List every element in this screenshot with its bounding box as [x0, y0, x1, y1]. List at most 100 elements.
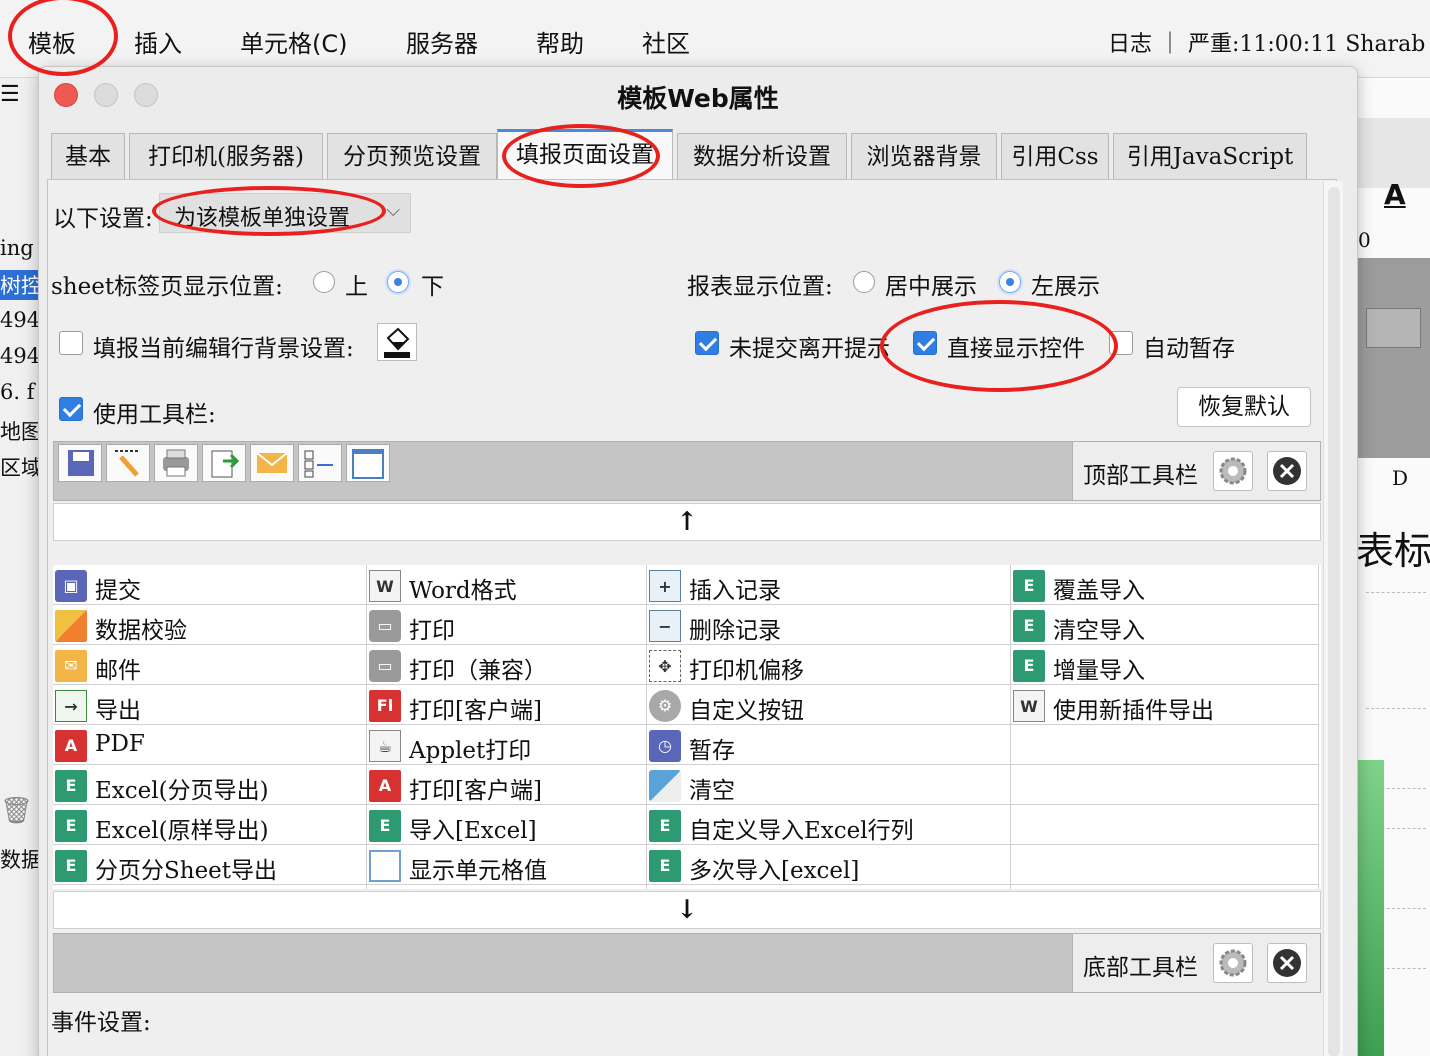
report-center-radio[interactable]: [853, 271, 875, 293]
excel-icon-glyph: E: [659, 816, 671, 835]
tab-printer-server[interactable]: 打印机(服务器): [129, 133, 323, 179]
report-left-label: 左展示: [1031, 274, 1100, 300]
scroll-thumb[interactable]: [1328, 187, 1340, 1056]
bg-report-title: 表标题: [1356, 529, 1430, 573]
toolbar-button-item[interactable]: 清空: [647, 765, 1010, 805]
empty-cell: [1011, 765, 1318, 805]
menu-community[interactable]: 社区: [642, 24, 690, 59]
scope-label: 以下设置:: [53, 206, 153, 232]
toolbar-button-label: 清空导入: [1053, 618, 1145, 644]
flash-print-icon-glyph: Fl: [376, 696, 394, 715]
toolbar-button-item[interactable]: E 导入[Excel]: [367, 805, 646, 845]
toolbar-button-label: 导入[Excel]: [409, 818, 537, 844]
toolbar-button-item[interactable]: ◷ 暂存: [647, 725, 1010, 765]
auto-save-checkbox[interactable]: [1109, 331, 1133, 355]
applet-icon: ☕: [369, 730, 401, 762]
toolbar-button-item[interactable]: E 分页分Sheet导出: [53, 845, 366, 885]
cell-value-icon[interactable]: [346, 444, 390, 482]
toolbar-button-item[interactable]: ✉ 邮件: [53, 645, 366, 685]
toolbar-button-item[interactable]: E Excel(分页导出): [53, 765, 366, 805]
toolbar-button-item[interactable]: ⚙ 自定义按钮: [647, 685, 1010, 725]
tab-data-analysis[interactable]: 数据分析设置: [677, 133, 847, 179]
toolbar-button-item[interactable]: W Word格式: [367, 565, 646, 605]
sheet-position-down-radio[interactable]: [387, 271, 409, 293]
log-status[interactable]: 日志 ｜ 严重:11:00:11 Sharab: [1108, 26, 1425, 58]
sheet-position-down-label: 下: [421, 274, 444, 300]
row-bg-setting-checkbox[interactable]: [59, 331, 83, 355]
validate-icon[interactable]: [106, 444, 150, 482]
use-toolbar-checkbox[interactable]: [59, 397, 83, 421]
toolbar-button-label: 打印: [409, 618, 455, 644]
toolbar-button-item[interactable]: W 使用新插件导出: [1011, 685, 1318, 725]
auto-save-label: 自动暂存: [1143, 336, 1235, 362]
bottom-toolbar: 底部工具栏: [53, 933, 1321, 993]
toolbar-button-item[interactable]: → 导出: [53, 685, 366, 725]
dialog-title: 模板Web属性: [617, 84, 779, 113]
toolbar-button-item[interactable]: E 增量导入: [1011, 645, 1318, 685]
toolbar-button-item[interactable]: ☕ Applet打印: [367, 725, 646, 765]
scope-select[interactable]: 为该模板单独设置 ⌵: [159, 193, 411, 233]
excel-icon: E: [1013, 650, 1045, 682]
toolbar-button-item[interactable]: 数据校验: [53, 605, 366, 645]
menu-template[interactable]: 模板: [28, 24, 76, 59]
tab-basic[interactable]: 基本: [51, 133, 125, 179]
direct-show-checkbox[interactable]: [913, 331, 937, 355]
toolbar-button-item[interactable]: ▭ 打印（兼容）: [367, 645, 646, 685]
toolbar-button-label: 提交: [95, 578, 141, 604]
bottom-toolbar-settings-button[interactable]: [1213, 943, 1253, 983]
restore-default-button[interactable]: 恢复默认: [1177, 387, 1311, 427]
toolbar-button-label: PDF: [95, 731, 145, 757]
toolbar-button-item[interactable]: E 覆盖导入: [1011, 565, 1318, 605]
toolbar-button-label: 自定义按钮: [689, 698, 804, 724]
menu-help[interactable]: 帮助: [536, 24, 584, 59]
sheet-position-up-radio[interactable]: [313, 271, 335, 293]
toolbar-button-item[interactable]: Fl 打印[客户端]: [367, 685, 646, 725]
leave-prompt-label: 未提交离开提示: [729, 336, 890, 362]
leave-prompt-checkbox[interactable]: [695, 331, 719, 355]
insert-record-icon[interactable]: [298, 444, 342, 482]
save-icon-glyph: ▣: [63, 576, 79, 595]
background-right-panel: A 0 D 表标题: [1356, 78, 1430, 1056]
tab-css[interactable]: 引用Css: [1001, 133, 1109, 179]
toolbar-button-item[interactable]: + 插入记录: [647, 565, 1010, 605]
paint-bucket-button[interactable]: [377, 323, 417, 361]
toolbar-button-item[interactable]: 显示单元格值: [367, 845, 646, 885]
toolbar-button-label: 清空: [689, 778, 735, 804]
toolbar-button-item[interactable]: E 自定义导入Excel行列: [647, 805, 1010, 845]
move-up-button[interactable]: ↑: [53, 503, 1321, 541]
bottom-toolbar-remove-button[interactable]: [1267, 943, 1307, 983]
printer-icon: ▭: [369, 610, 401, 642]
move-down-button[interactable]: ↓: [53, 891, 1321, 929]
tab-javascript[interactable]: 引用JavaScript: [1113, 133, 1307, 179]
toolbar-button-item[interactable]: A PDF: [53, 725, 366, 765]
report-left-radio[interactable]: [999, 271, 1021, 293]
top-toolbar-settings-button[interactable]: [1213, 451, 1253, 491]
top-toolbar-remove-button[interactable]: [1267, 451, 1307, 491]
web-properties-dialog: 模板Web属性 基本 打印机(服务器) 分页预览设置 填报页面设置 数据分析设置…: [38, 66, 1358, 1056]
scope-select-value: 为该模板单独设置: [174, 206, 351, 231]
toolbar-button-item[interactable]: ✥ 打印机偏移: [647, 645, 1010, 685]
toolbar-button-item[interactable]: E Excel(原样导出): [53, 805, 366, 845]
tab-browser-background[interactable]: 浏览器背景: [851, 133, 997, 179]
toolbar-button-item[interactable]: E 清空导入: [1011, 605, 1318, 645]
gear-icon-glyph: ⚙: [657, 696, 673, 715]
toolbar-button-item[interactable]: A 打印[客户端]: [367, 765, 646, 805]
export-icon[interactable]: [202, 444, 246, 482]
print-icon[interactable]: [154, 444, 198, 482]
menu-insert[interactable]: 插入: [134, 24, 182, 59]
menu-server[interactable]: 服务器: [406, 24, 478, 59]
top-toolbar: 顶部工具栏: [53, 441, 1321, 501]
vertical-scrollbar[interactable]: [1323, 181, 1343, 1056]
toolbar-button-label: 覆盖导入: [1053, 578, 1145, 604]
top-toolbar-label: 顶部工具栏: [1083, 463, 1198, 489]
toolbar-button-item[interactable]: − 删除记录: [647, 605, 1010, 645]
save-icon[interactable]: [58, 444, 102, 482]
tab-pagination-preview[interactable]: 分页预览设置: [327, 133, 497, 179]
menu-cell[interactable]: 单元格(C): [240, 24, 347, 59]
mail-icon[interactable]: [250, 444, 294, 482]
toolbar-button-item[interactable]: ▣ 提交: [53, 565, 366, 605]
tab-fill-page[interactable]: 填报页面设置: [497, 129, 673, 179]
toolbar-button-item[interactable]: ▭ 打印: [367, 605, 646, 645]
toolbar-button-item[interactable]: E 多次导入[excel]: [647, 845, 1010, 885]
toolbar-button-label: 打印机偏移: [689, 658, 804, 684]
